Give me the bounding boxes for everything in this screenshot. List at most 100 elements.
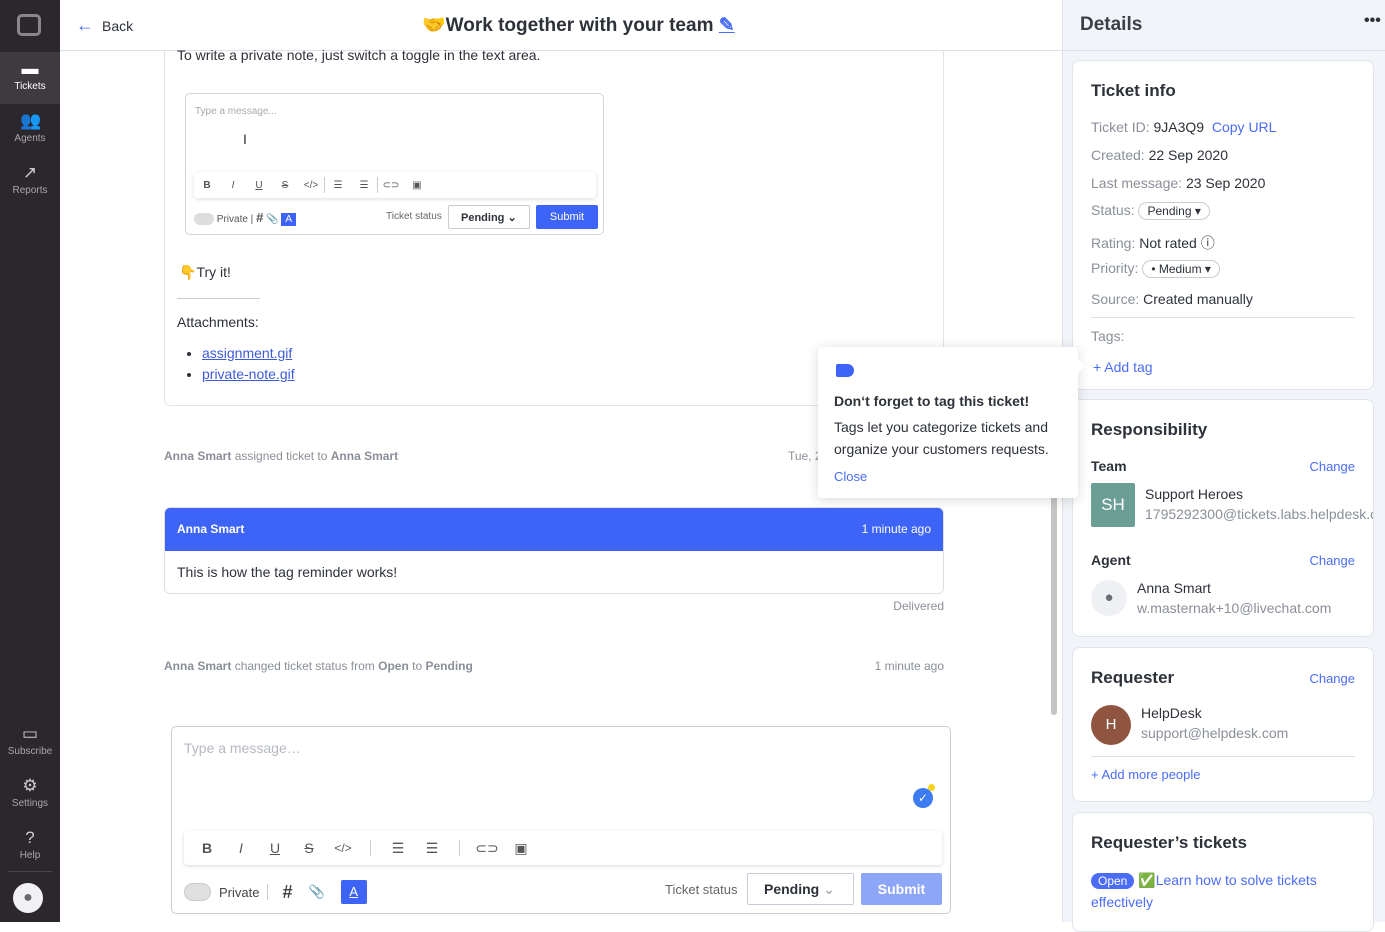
underline-icon[interactable]: U: [258, 840, 292, 856]
label: Tickets: [14, 81, 46, 92]
ticket-icon: ▬: [21, 59, 39, 78]
hashtag-icon[interactable]: #: [282, 882, 292, 903]
italic-icon: I: [231, 179, 235, 191]
reply-message: Anna Smart 1 minute ago This is how the t…: [164, 507, 944, 594]
requester-name: HelpDesk: [1141, 705, 1202, 721]
team-email: 1795292300@tickets.labs.helpdesk.com: [1145, 506, 1373, 522]
status-value: Pending: [461, 212, 505, 224]
divider: [1091, 317, 1355, 318]
agent-name: Anna Smart: [1137, 580, 1211, 596]
placeholder: Type a message...: [195, 106, 277, 117]
user-avatar[interactable]: ●: [13, 883, 43, 913]
label: Rating:: [1091, 235, 1136, 251]
bullet-list-icon[interactable]: ☰: [415, 840, 449, 857]
ticket-list-item[interactable]: Open ✅Learn how to solve tickets effecti…: [1091, 870, 1341, 913]
tooltip-close-link[interactable]: Close: [834, 469, 867, 484]
text-color-icon[interactable]: A: [340, 880, 367, 904]
requester-avatar: H: [1091, 705, 1131, 745]
add-people-link[interactable]: + Add more people: [1091, 767, 1201, 782]
bold-icon[interactable]: B: [190, 840, 224, 856]
grammar-check-icon[interactable]: ✓: [913, 788, 933, 808]
label: Subscribe: [7, 746, 53, 757]
attachment-link[interactable]: private-note.gif: [202, 366, 295, 382]
image-icon[interactable]: ▣: [504, 840, 538, 857]
label: Last message:: [1091, 175, 1183, 191]
change-agent-link[interactable]: Change: [1309, 553, 1355, 568]
rating-row: Rating: Not rated ⓘ: [1091, 233, 1215, 253]
change-team-link[interactable]: Change: [1309, 459, 1355, 474]
attachment-icon[interactable]: 📎: [308, 884, 324, 900]
private-label: Private: [216, 214, 248, 225]
scrollbar[interactable]: [1051, 490, 1057, 715]
format-toolbar: B I U S </> ☰ ☰ ⊂⊃ ▣: [184, 831, 942, 865]
badge-dot: [928, 784, 935, 791]
status-value: Pending: [764, 881, 820, 897]
try-text: Try it!: [196, 264, 231, 280]
card-title: Requester’s tickets: [1091, 833, 1247, 852]
image-icon: ▣: [412, 179, 422, 191]
divider: [1063, 50, 1385, 51]
tooltip-title: Don‘t forget to tag this ticket!: [834, 393, 1030, 409]
sidebar-item-tickets[interactable]: ▬ Tickets: [0, 52, 60, 104]
ordered-list-icon[interactable]: ☰: [381, 840, 415, 857]
priority-dropdown[interactable]: • Medium ▾: [1142, 260, 1220, 278]
card-title: Requester: [1091, 668, 1175, 687]
try-it: 👇Try it!: [179, 264, 231, 281]
responsibility-card: Responsibility Team Change SH Support He…: [1072, 399, 1374, 637]
code-icon[interactable]: </>: [326, 841, 360, 855]
more-options-icon[interactable]: •••: [1364, 12, 1381, 30]
value: Created manually: [1143, 291, 1253, 307]
italic-icon[interactable]: I: [224, 840, 258, 856]
page-title: 🤝Work together with your team ✎: [422, 13, 735, 37]
sidebar-item-help[interactable]: ? Help: [0, 821, 60, 873]
change-requester-link[interactable]: Change: [1309, 671, 1355, 686]
chart-icon: ↗: [22, 163, 38, 182]
team-avatar: SH: [1091, 483, 1135, 527]
label: Help: [19, 850, 41, 861]
label: Agents: [14, 133, 46, 144]
tooltip-body: Tags let you categorize tickets and orga…: [834, 419, 1049, 457]
handshake-icon: 🤝: [422, 15, 446, 36]
status-label: Ticket status: [386, 211, 442, 222]
status-select: Pending ⌄: [448, 205, 530, 229]
label: Settings: [11, 798, 49, 809]
strikethrough-icon[interactable]: S: [292, 840, 326, 856]
attachments-label: Attachments:: [177, 314, 259, 330]
attachment-link[interactable]: assignment.gif: [202, 345, 292, 361]
sidebar-item-reports[interactable]: ↗ Reports: [0, 156, 60, 208]
event-time: 1 minute ago: [874, 659, 944, 673]
chevron-down-icon: ⌄: [823, 881, 835, 897]
label: Priority:: [1091, 260, 1139, 276]
submit-button[interactable]: Submit: [861, 873, 942, 905]
sidebar-item-subscribe[interactable]: ▭ Subscribe: [0, 717, 60, 769]
logo-icon[interactable]: [17, 14, 41, 36]
card-title: Responsibility: [1091, 420, 1208, 439]
arrow-left-icon: ←: [76, 15, 94, 35]
delivered-status: Delivered: [893, 599, 944, 613]
bullet-list-icon: ☰: [359, 179, 369, 191]
edit-icon[interactable]: ✎: [719, 15, 735, 36]
sidebar-item-settings[interactable]: ⚙ Settings: [0, 769, 60, 821]
requester-card: Requester Change H HelpDesk support@help…: [1072, 647, 1374, 802]
link-icon[interactable]: ⊂⊃: [470, 840, 504, 857]
divider: [1091, 756, 1355, 757]
actor: Anna Smart: [164, 659, 232, 673]
back-button[interactable]: ← Back: [76, 15, 133, 36]
add-tag-link[interactable]: + Add tag: [1093, 359, 1153, 375]
requester-email: support@helpdesk.com: [1141, 725, 1289, 741]
message-input[interactable]: Type a message…: [184, 740, 301, 756]
agent-avatar-icon: ●: [1091, 580, 1127, 616]
event-time: Tue, 2: [788, 449, 822, 463]
details-panel: Details ••• Ticket info Ticket ID: 9JA3Q…: [1062, 0, 1385, 932]
info-icon[interactable]: ⓘ: [1201, 235, 1215, 251]
sidebar-item-agents[interactable]: 👥 Agents: [0, 104, 60, 156]
status-dropdown[interactable]: Pending ▾: [1138, 202, 1210, 220]
team-name: Support Heroes: [1145, 486, 1244, 502]
help-icon: ?: [25, 828, 35, 847]
private-toggle[interactable]: [184, 883, 211, 901]
check-icon: ✅: [1138, 872, 1156, 888]
copy-url-link[interactable]: Copy URL: [1212, 119, 1277, 135]
ticket-status-select[interactable]: Pending ⌄: [747, 873, 854, 905]
label: Reports: [12, 185, 48, 196]
tags-label: Tags:: [1091, 328, 1125, 344]
